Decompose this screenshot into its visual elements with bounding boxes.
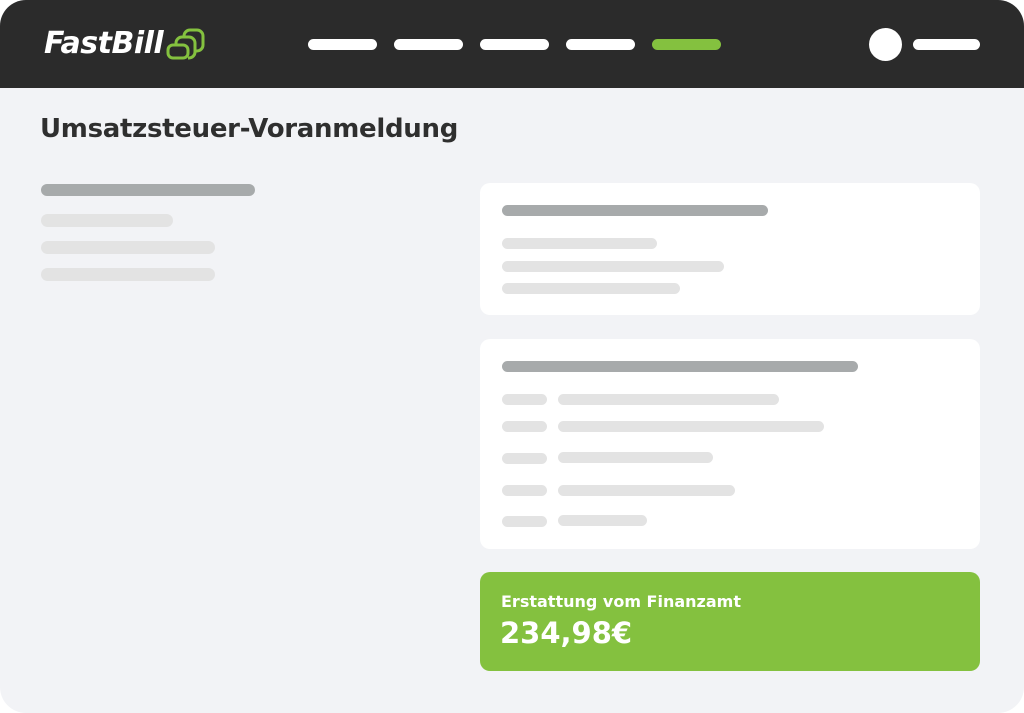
- nav-item-3[interactable]: [480, 39, 549, 50]
- page-title: Umsatzsteuer-Voranmeldung: [40, 114, 459, 144]
- row-4-value-placeholder: [558, 485, 735, 496]
- left-text-placeholder-2: [41, 241, 215, 254]
- summary-card: [480, 183, 980, 315]
- row-1-value-placeholder: [558, 394, 779, 405]
- logo-text: FastBill: [44, 26, 164, 61]
- row-5-value-placeholder: [558, 515, 647, 526]
- refund-box: Erstattung vom Finanzamt 234,98€: [480, 572, 980, 671]
- top-navigation-bar: FastBill: [0, 0, 1024, 88]
- fastbill-logo[interactable]: FastBill: [44, 24, 205, 64]
- app-window: FastBill Umsatzsteuer-Voranmeldung Ersta…: [0, 0, 1024, 713]
- details-heading-placeholder: [502, 361, 858, 372]
- left-heading-placeholder: [41, 184, 255, 196]
- details-card: [480, 339, 980, 549]
- row-3-value-placeholder: [558, 452, 713, 463]
- row-3-key-placeholder: [502, 453, 547, 464]
- card-heading-placeholder: [502, 205, 768, 216]
- row-2-value-placeholder: [558, 421, 824, 432]
- card-text-placeholder-3: [502, 283, 680, 294]
- nav-item-5-active[interactable]: [652, 39, 721, 50]
- nav-item-4[interactable]: [566, 39, 635, 50]
- left-text-placeholder-1: [41, 214, 173, 227]
- row-2-key-placeholder: [502, 421, 547, 432]
- row-5-key-placeholder: [502, 516, 547, 527]
- user-menu-placeholder[interactable]: [913, 39, 980, 50]
- nav-item-1[interactable]: [308, 39, 377, 50]
- refund-label: Erstattung vom Finanzamt: [501, 592, 741, 611]
- refund-amount: 234,98€: [500, 616, 633, 650]
- nav-item-2[interactable]: [394, 39, 463, 50]
- left-text-placeholder-3: [41, 268, 215, 281]
- row-4-key-placeholder: [502, 485, 547, 496]
- row-1-key-placeholder: [502, 394, 547, 405]
- card-text-placeholder-1: [502, 238, 657, 249]
- signal-wave-icon: [166, 28, 205, 60]
- card-text-placeholder-2: [502, 261, 724, 272]
- avatar-icon[interactable]: [869, 28, 902, 61]
